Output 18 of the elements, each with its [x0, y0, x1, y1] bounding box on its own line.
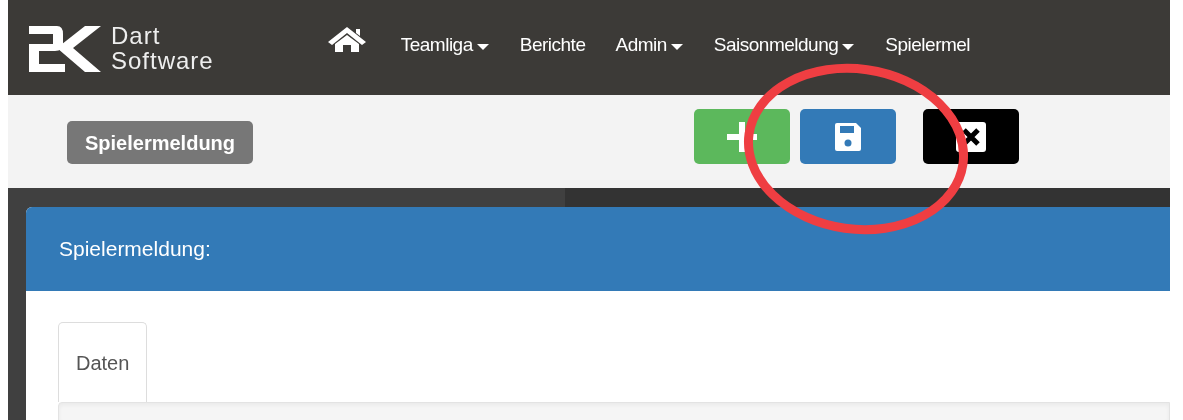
home-icon[interactable]: [326, 25, 367, 52]
page-badge: Spielermeldung: [67, 121, 254, 164]
nav-link[interactable]: Berichte: [519, 31, 586, 60]
caret-icon: [475, 43, 490, 51]
nav-dropdown[interactable]: Saisonmeldung: [713, 31, 856, 60]
panel-title: Spielermeldung:: [59, 236, 211, 263]
logo-text: Dart: [111, 22, 162, 48]
nav-link[interactable]: Spielermel: [885, 31, 971, 60]
tab[interactable]: Daten: [58, 322, 148, 402]
caret-icon: [841, 43, 856, 51]
nav-dropdown[interactable]: Teamliga: [400, 31, 490, 60]
caret-icon: [669, 43, 684, 51]
save-button[interactable]: [800, 109, 896, 164]
nav-dropdown[interactable]: Admin: [615, 31, 684, 60]
logo-text: Software: [111, 47, 214, 73]
plus-icon: [727, 121, 757, 152]
add-button[interactable]: [694, 109, 790, 164]
save-icon: [835, 122, 861, 151]
